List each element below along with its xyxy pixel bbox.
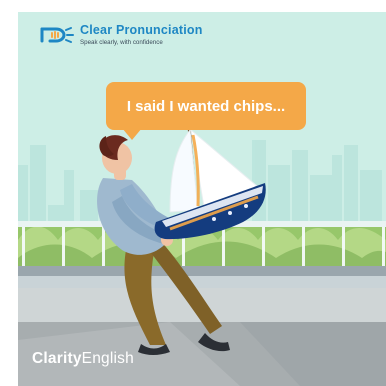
illustration-scene — [18, 124, 386, 386]
speech-bubble-text: I said I wanted chips... — [126, 97, 286, 115]
footer-brand-light: English — [81, 350, 134, 367]
pronunciation-logo-icon — [40, 27, 74, 43]
brand-header: Clear Pronunciation Speak clearly, with … — [36, 24, 203, 54]
brand-subtitle: Speak clearly, with confidence — [80, 38, 163, 46]
brand-title: Clear Pronunciation — [80, 23, 203, 37]
poster: Clear Pronunciation Speak clearly, with … — [0, 0, 386, 386]
clarityenglish-footer: ClarityEnglish — [32, 350, 134, 368]
footer-brand-bold: Clarity — [32, 350, 82, 367]
speech-bubble: I said I wanted chips... — [106, 82, 306, 140]
brand-text: Clear Pronunciation Speak clearly, with … — [80, 24, 203, 46]
